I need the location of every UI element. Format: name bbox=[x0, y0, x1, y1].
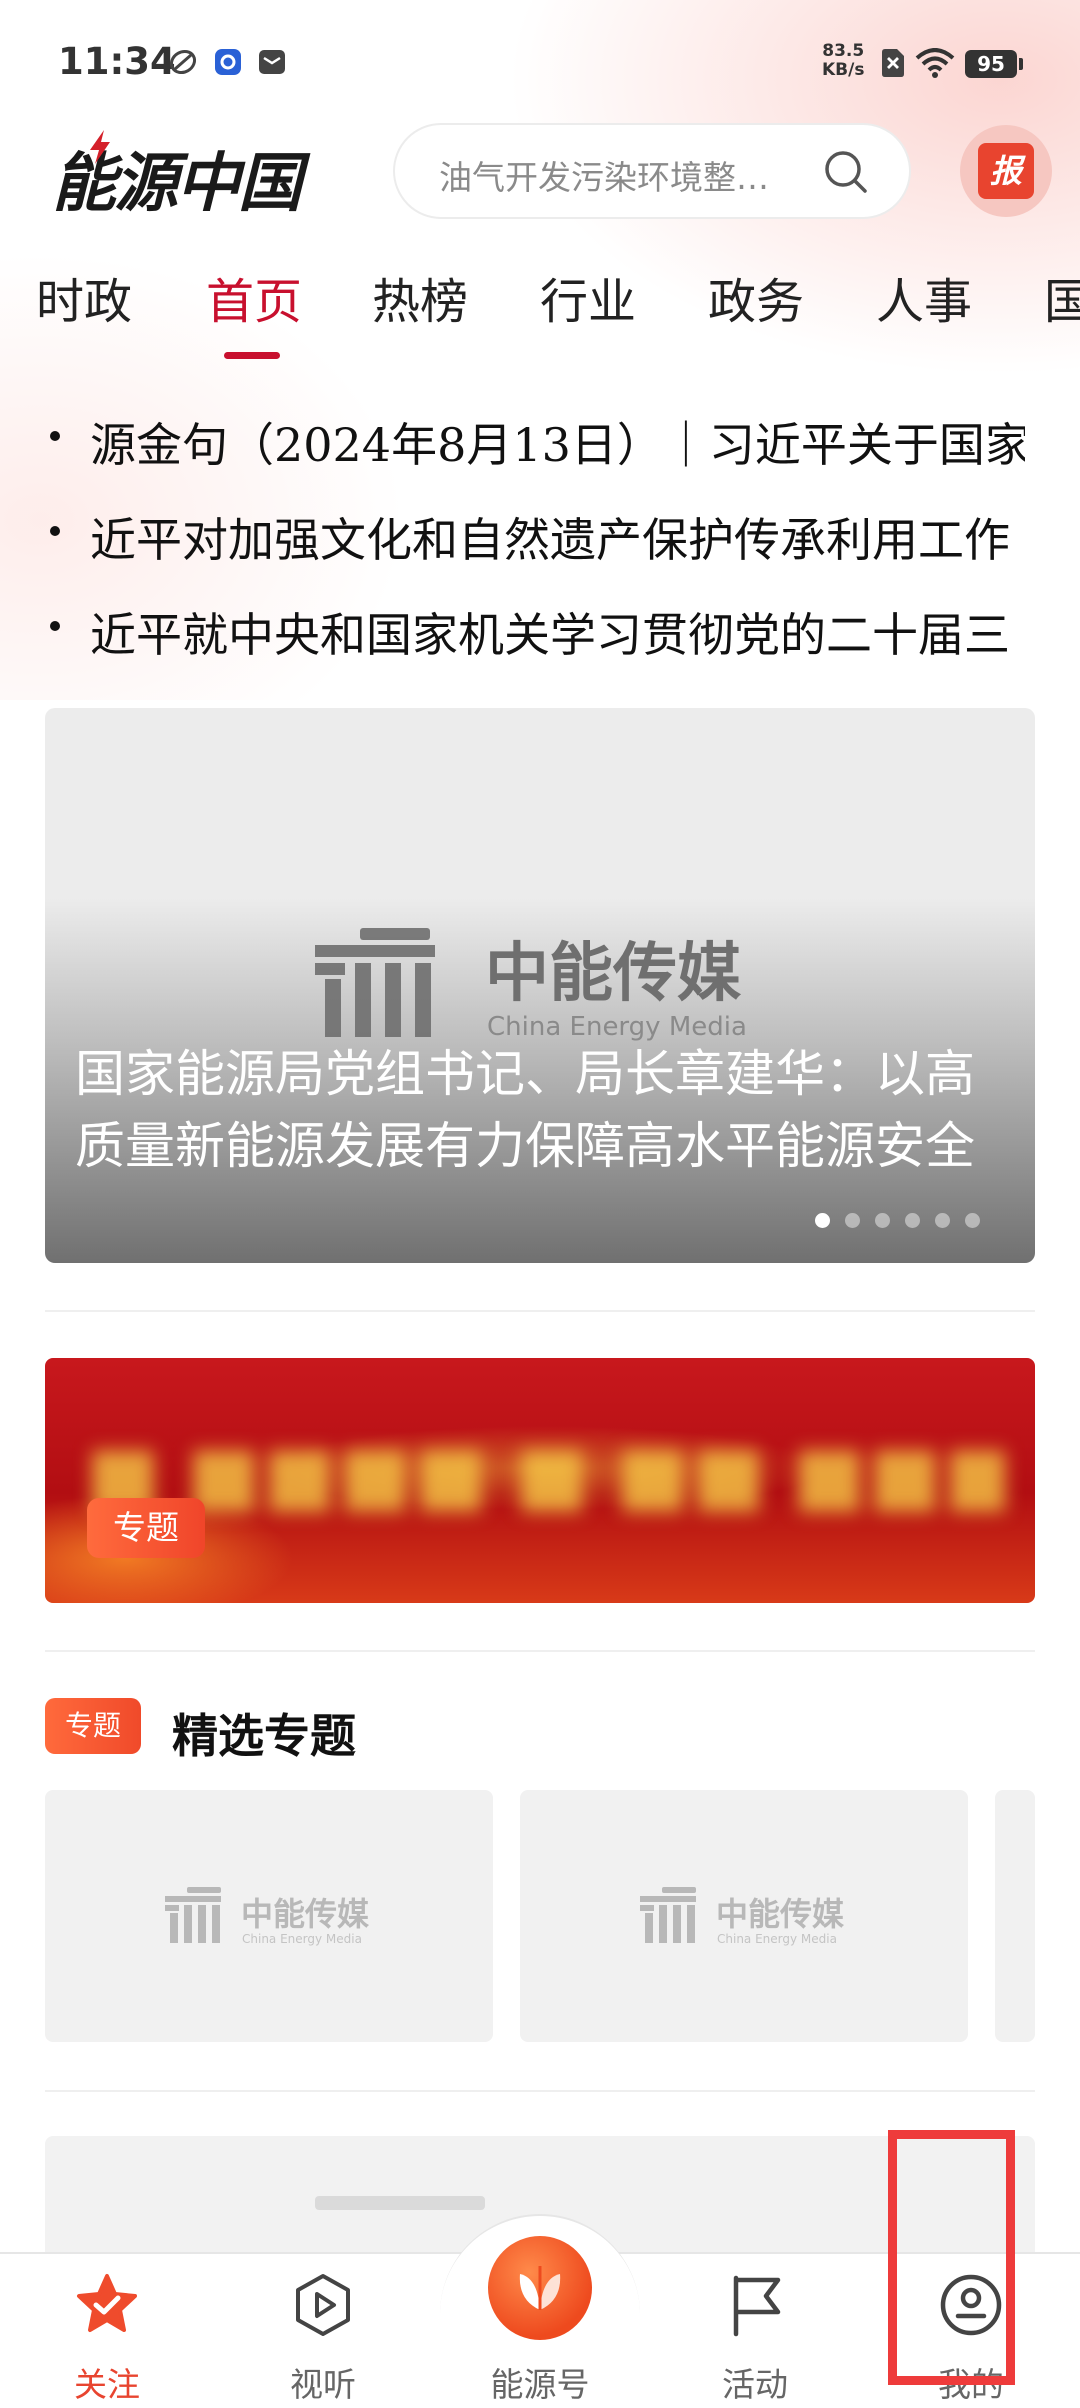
leaf-icon bbox=[519, 2266, 561, 2310]
nav-audio-video[interactable]: 视听 bbox=[238, 2252, 408, 2408]
carousel-dot[interactable] bbox=[815, 1213, 830, 1228]
logo-cn-text: 中能传媒 bbox=[485, 937, 742, 1011]
blurred-banner-graphic: ■ ■■■■ ■ ■■ ■■■■ ■■ bbox=[85, 1428, 1005, 1518]
network-speed: 83.5 KB/s bbox=[822, 41, 865, 80]
flag-icon bbox=[733, 2275, 781, 2337]
nav-activities[interactable]: 活动 bbox=[670, 2252, 840, 2408]
play-icon bbox=[296, 2274, 350, 2336]
carousel-indicator bbox=[815, 1213, 1015, 1233]
category-tabs: 时政 首页 热榜 行业 政务 人事 国 bbox=[0, 262, 1080, 362]
carousel-banner[interactable]: 中能传媒 China Energy Media 国家能源局党组书记、局长章建华：… bbox=[45, 708, 1035, 1263]
headline-text[interactable]: 近平对加强文化和自然遗产保护传承利用工作 bbox=[90, 504, 1025, 570]
logo-cn-text: 中能传媒 bbox=[716, 1895, 845, 1933]
china-energy-media-logo: 中能传媒 China Energy Media bbox=[315, 928, 747, 1042]
tab-shizheng[interactable]: 时政 bbox=[36, 262, 132, 332]
featured-topic-card[interactable]: 中能传媒 China Energy Media bbox=[520, 1790, 968, 2042]
status-bar: 11:34 83.5 KB/s 95 bbox=[0, 0, 1080, 125]
message-notification-icon bbox=[259, 50, 285, 74]
location-service-icon bbox=[215, 49, 241, 75]
logo-cn-text: 中能传媒 bbox=[241, 1895, 370, 1933]
battery-indicator: 95 bbox=[965, 50, 1023, 78]
topic-tag: 专题 bbox=[87, 1498, 205, 1558]
logo-bolt-icon bbox=[90, 130, 110, 164]
logo-en-text: China Energy Media bbox=[717, 1932, 837, 1946]
no-sim-icon bbox=[882, 49, 904, 77]
search-bar[interactable]: 油气开发污染环境整… bbox=[393, 123, 911, 219]
tab-more[interactable]: 国 bbox=[1044, 262, 1080, 332]
carousel-dot[interactable] bbox=[845, 1213, 860, 1228]
nav-follow[interactable]: 关注 bbox=[22, 2252, 192, 2408]
carousel-dot[interactable] bbox=[965, 1213, 980, 1228]
tab-home[interactable]: 首页 bbox=[206, 262, 302, 332]
tab-hot-list[interactable]: 热榜 bbox=[372, 262, 468, 332]
nav-label: 活动 bbox=[722, 2365, 788, 2404]
bullet-icon bbox=[50, 621, 60, 631]
banner-title[interactable]: 国家能源局党组书记、局长章建华：以高 质量新能源发展有力保障高水平能源安全 bbox=[75, 1038, 1015, 1182]
section-divider bbox=[45, 1310, 1035, 1312]
tab-government[interactable]: 政务 bbox=[708, 262, 804, 332]
special-topic-banner[interactable]: ■ ■■■■ ■ ■■ ■■■■ ■■ 专题 bbox=[45, 1358, 1035, 1603]
carousel-dot[interactable] bbox=[905, 1213, 920, 1228]
nav-label[interactable]: 能源号 bbox=[455, 2358, 625, 2406]
status-time: 11:34 bbox=[58, 40, 176, 83]
bullet-icon bbox=[50, 431, 60, 441]
nav-label: 视听 bbox=[290, 2365, 356, 2404]
featured-topic-card[interactable]: 中能传媒 China Energy Media bbox=[45, 1790, 493, 2042]
section-divider bbox=[45, 1650, 1035, 1652]
logo-en-text: China Energy Media bbox=[242, 1932, 362, 1946]
search-icon[interactable] bbox=[821, 147, 871, 197]
headline-item[interactable]: 源金句（2024年8月13日）｜习近平关于国家能 bbox=[0, 395, 1080, 475]
bullet-icon bbox=[50, 526, 60, 536]
headline-item[interactable]: 近平对加强文化和自然遗产保护传承利用工作 bbox=[0, 490, 1080, 570]
tab-industry[interactable]: 行业 bbox=[540, 262, 636, 332]
active-tab-indicator bbox=[224, 352, 280, 359]
carousel-dot[interactable] bbox=[875, 1213, 890, 1228]
nav-label: 关注 bbox=[74, 2365, 140, 2404]
app-notification-icon bbox=[169, 49, 197, 75]
report-icon: 报 bbox=[978, 143, 1034, 199]
headline-text[interactable]: 近平就中央和国家机关学习贯彻党的二十届三 bbox=[90, 599, 1025, 665]
headline-item[interactable]: 近平就中央和国家机关学习贯彻党的二十届三 bbox=[0, 585, 1080, 665]
tab-personnel[interactable]: 人事 bbox=[876, 262, 972, 332]
china-energy-media-logo: 中能传媒 China Energy Media bbox=[640, 1887, 845, 1946]
section-divider bbox=[45, 2090, 1035, 2092]
energy-account-button[interactable] bbox=[488, 2236, 592, 2340]
search-placeholder[interactable]: 油气开发污染环境整… bbox=[439, 151, 811, 199]
section-title: 精选专题 bbox=[172, 1709, 356, 1763]
section-tag: 专题 bbox=[45, 1698, 141, 1754]
featured-topic-card-partial[interactable] bbox=[995, 1790, 1035, 2042]
star-badge-icon bbox=[77, 2274, 137, 2332]
wifi-icon bbox=[915, 48, 955, 78]
china-energy-media-logo: 中能传媒 China Energy Media bbox=[165, 1887, 370, 1946]
card-logo-partial bbox=[315, 2196, 485, 2210]
report-button[interactable]: 报 bbox=[960, 125, 1052, 217]
highlight-box bbox=[888, 2130, 1015, 2385]
carousel-dot[interactable] bbox=[935, 1213, 950, 1228]
headline-text[interactable]: 源金句（2024年8月13日）｜习近平关于国家能 bbox=[90, 409, 1025, 475]
